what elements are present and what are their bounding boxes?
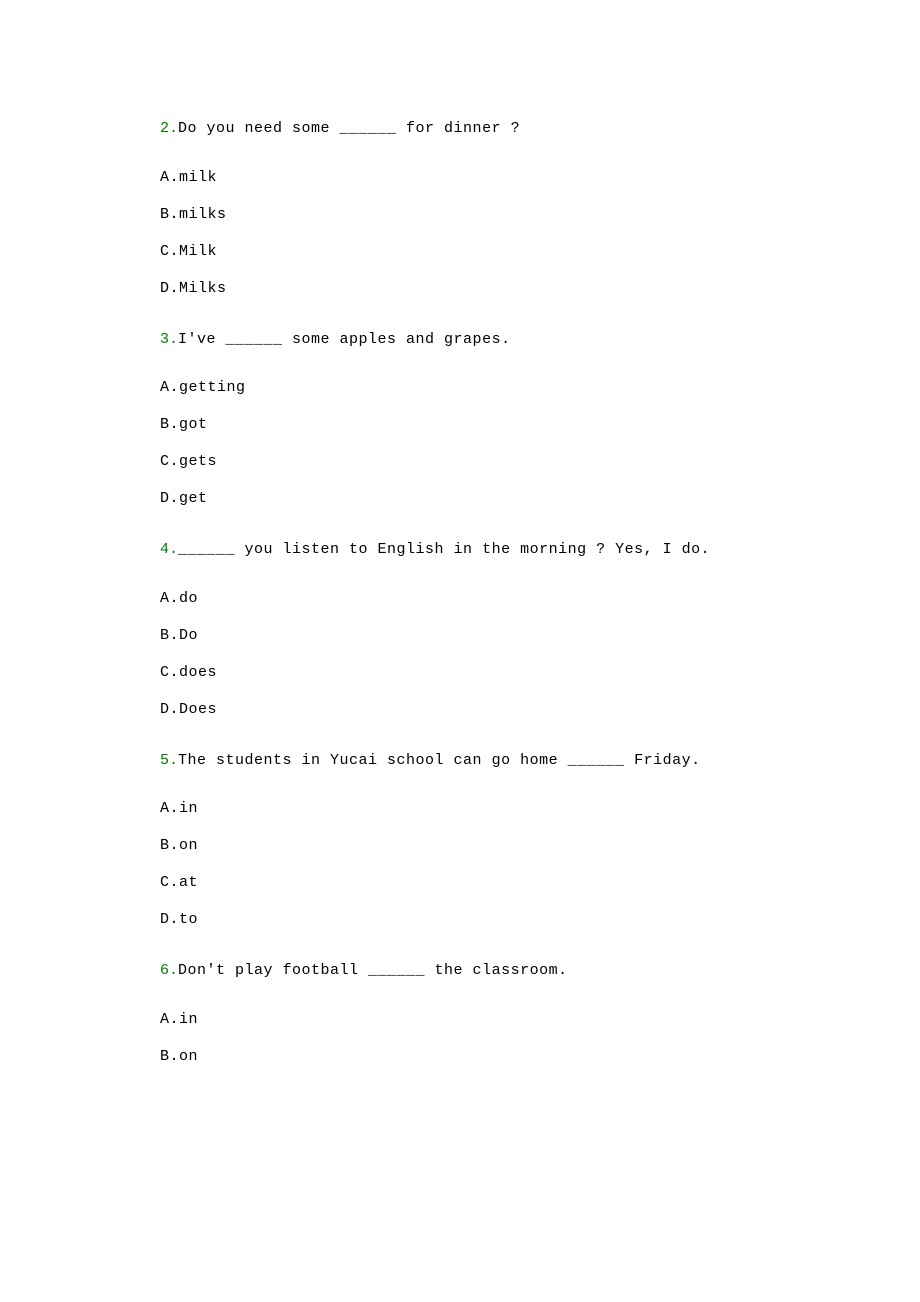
question-number: 3. xyxy=(160,331,178,348)
option-a: A.in xyxy=(160,1011,760,1028)
question-6: 6.Don't play football ______ the classro… xyxy=(160,960,760,1065)
option-c: C.at xyxy=(160,874,760,891)
option-b: B.Do xyxy=(160,627,760,644)
option-a: A.do xyxy=(160,590,760,607)
question-text: The students in Yucai school can go home… xyxy=(178,752,701,769)
question-prompt: 3.I've ______ some apples and grapes. xyxy=(160,329,760,352)
question-number: 5. xyxy=(160,752,178,769)
question-prompt: 2.Do you need some ______ for dinner ? xyxy=(160,118,760,141)
option-c: C.does xyxy=(160,664,760,681)
question-text: Do you need some ______ for dinner ? xyxy=(178,120,520,137)
question-4: 4.______ you listen to English in the mo… xyxy=(160,539,760,718)
option-b: B.got xyxy=(160,416,760,433)
option-b: B.on xyxy=(160,1048,760,1065)
question-prompt: 4.______ you listen to English in the mo… xyxy=(160,539,760,562)
option-a: A.milk xyxy=(160,169,760,186)
option-d: D.Does xyxy=(160,701,760,718)
worksheet-content: 2.Do you need some ______ for dinner ? A… xyxy=(0,0,920,1065)
option-b: B.on xyxy=(160,837,760,854)
option-d: D.get xyxy=(160,490,760,507)
option-c: C.Milk xyxy=(160,243,760,260)
option-d: D.to xyxy=(160,911,760,928)
question-prompt: 5.The students in Yucai school can go ho… xyxy=(160,750,760,773)
question-text: I've ______ some apples and grapes. xyxy=(178,331,511,348)
question-text: Don't play football ______ the classroom… xyxy=(178,962,568,979)
option-c: C.gets xyxy=(160,453,760,470)
question-number: 6. xyxy=(160,962,178,979)
option-a: A.getting xyxy=(160,379,760,396)
question-number: 4. xyxy=(160,541,178,558)
option-d: D.Milks xyxy=(160,280,760,297)
question-prompt: 6.Don't play football ______ the classro… xyxy=(160,960,760,983)
question-5: 5.The students in Yucai school can go ho… xyxy=(160,750,760,929)
option-a: A.in xyxy=(160,800,760,817)
question-text: ______ you listen to English in the morn… xyxy=(178,541,710,558)
question-2: 2.Do you need some ______ for dinner ? A… xyxy=(160,118,760,297)
option-b: B.milks xyxy=(160,206,760,223)
question-3: 3.I've ______ some apples and grapes. A.… xyxy=(160,329,760,508)
question-number: 2. xyxy=(160,120,178,137)
